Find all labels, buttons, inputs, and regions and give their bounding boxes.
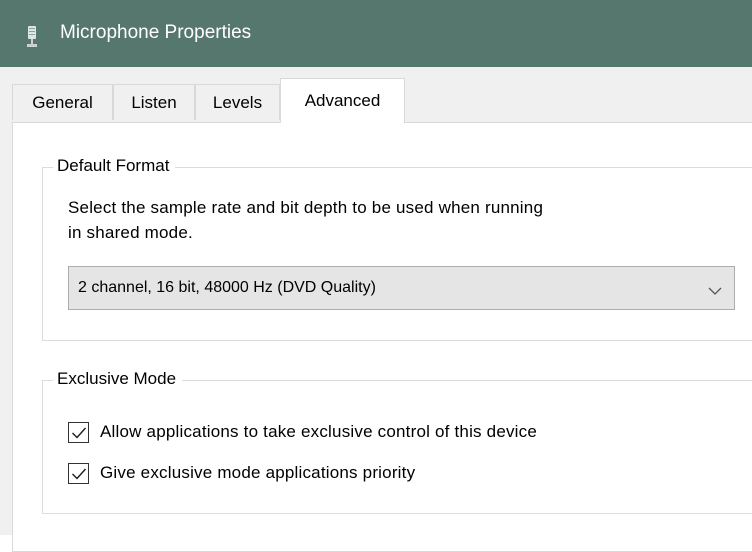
default-format-group: Default Format bbox=[42, 156, 752, 341]
microphone-icon bbox=[26, 26, 38, 48]
allow-exclusive-control-label[interactable]: Allow applications to take exclusive con… bbox=[100, 422, 537, 442]
exclusive-mode-legend: Exclusive Mode bbox=[53, 369, 183, 389]
default-format-legend: Default Format bbox=[53, 156, 176, 176]
default-format-description-line2: in shared mode. bbox=[68, 223, 193, 242]
exclusive-priority-checkbox[interactable] bbox=[68, 463, 89, 484]
window-title: Microphone Properties bbox=[60, 22, 252, 43]
allow-exclusive-control-checkbox[interactable] bbox=[68, 422, 89, 443]
default-format-description-line1: Select the sample rate and bit depth to … bbox=[68, 198, 544, 217]
exclusive-priority-label[interactable]: Give exclusive mode applications priorit… bbox=[100, 463, 415, 483]
tab-levels[interactable]: Levels bbox=[195, 84, 280, 120]
sample-rate-dropdown[interactable]: 2 channel, 16 bit, 48000 Hz (DVD Quality… bbox=[68, 266, 735, 310]
title-bar[interactable]: Microphone Properties bbox=[0, 0, 752, 67]
tab-listen[interactable]: Listen bbox=[113, 84, 195, 120]
chevron-down-icon bbox=[708, 283, 722, 295]
exclusive-mode-group: Exclusive Mode bbox=[42, 369, 752, 514]
tab-general[interactable]: General bbox=[12, 84, 113, 120]
sample-rate-selected-value: 2 channel, 16 bit, 48000 Hz (DVD Quality… bbox=[78, 279, 376, 296]
tab-advanced[interactable]: Advanced bbox=[280, 78, 405, 123]
